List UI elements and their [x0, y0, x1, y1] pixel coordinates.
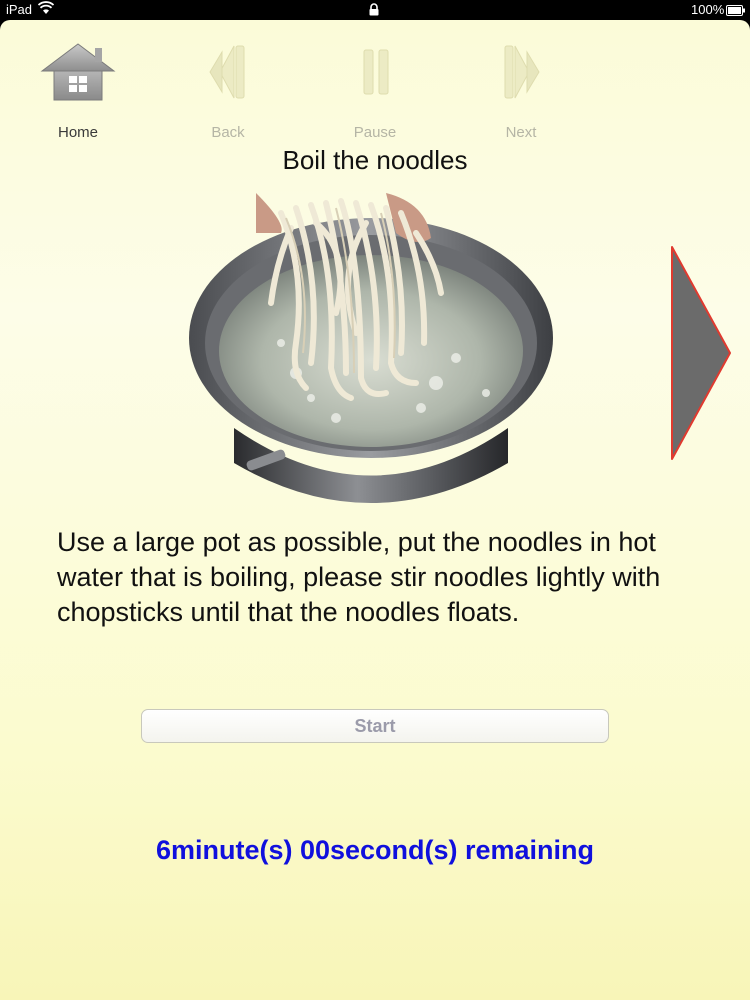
- back-button[interactable]: Back: [178, 42, 278, 142]
- status-bar: iPad 100%: [0, 0, 750, 20]
- start-timer-button[interactable]: Start: [141, 709, 609, 743]
- app-screen: Home Back Pause Next Boil the noodles Us…: [0, 20, 750, 1000]
- step-title: Boil the noodles: [282, 145, 468, 175]
- lock-icon: [368, 3, 380, 19]
- timer-remaining: 6minute(s) 00second(s) remaining: [155, 835, 595, 865]
- pause-icon: [325, 42, 425, 102]
- next-button[interactable]: Next: [471, 42, 571, 142]
- next-icon: [471, 42, 571, 102]
- pause-label: Pause: [353, 124, 397, 141]
- back-label: Back: [211, 124, 245, 141]
- home-label: Home: [57, 124, 98, 141]
- next-page-arrow[interactable]: [668, 245, 734, 466]
- home-button[interactable]: Home: [28, 42, 128, 142]
- wifi-icon: [37, 1, 55, 18]
- status-device-name: iPad: [6, 2, 33, 17]
- battery-icon: [726, 4, 746, 19]
- step-instructions: Use a large pot as possible, put the noo…: [57, 527, 661, 627]
- battery-percent: 100%: [691, 2, 725, 17]
- step-photo: [186, 193, 556, 513]
- back-icon: [178, 42, 278, 102]
- home-icon: [28, 42, 128, 102]
- pause-button[interactable]: Pause: [325, 42, 425, 142]
- next-label: Next: [505, 124, 537, 141]
